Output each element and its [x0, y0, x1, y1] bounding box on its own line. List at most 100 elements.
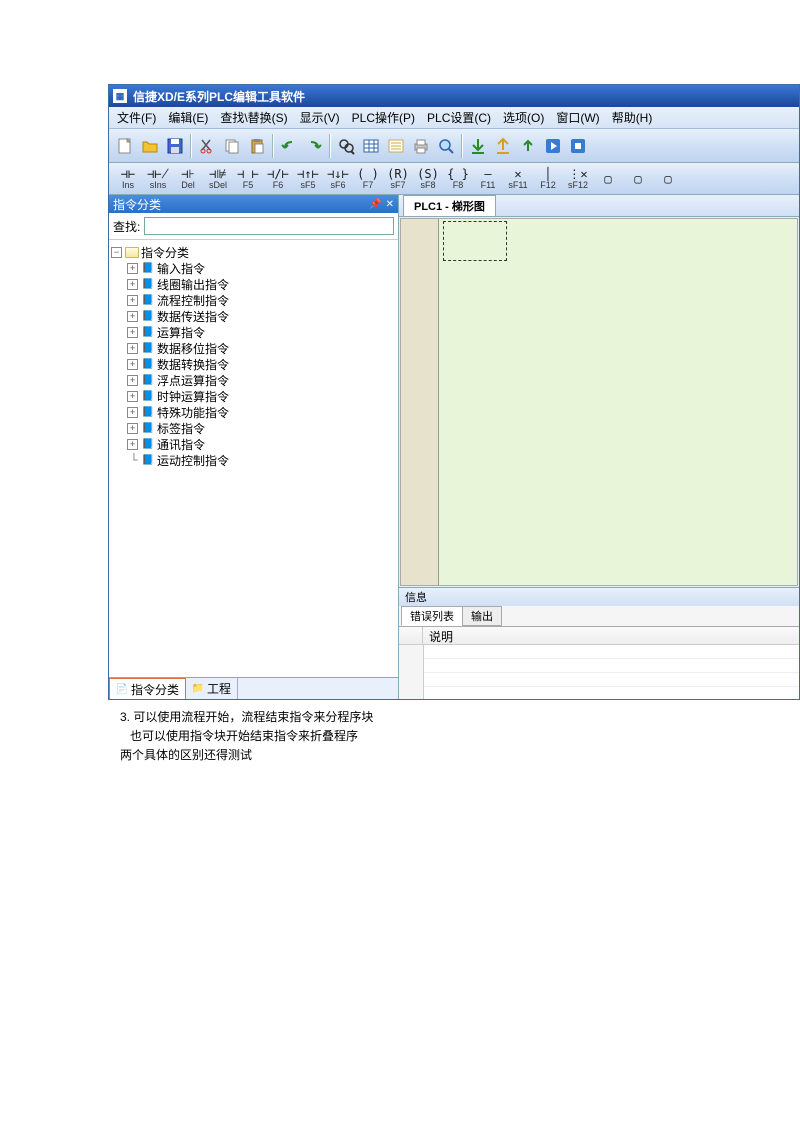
ladder-btn-idx17[interactable]: ▢ [623, 165, 653, 193]
tree-item[interactable]: +📘标签指令 [111, 420, 396, 436]
expand-icon[interactable]: + [127, 311, 138, 322]
ladder-btn-F7[interactable]: ( )F7 [353, 165, 383, 193]
ladder-key-label: sDel [209, 181, 227, 190]
annotation-line: 也可以使用指令块开始结束指令来折叠程序 [120, 727, 788, 746]
upload-button[interactable] [491, 134, 515, 158]
ladder-btn-idx16[interactable]: ▢ [593, 165, 623, 193]
ladder-btn-sF5[interactable]: ⊣↑⊢sF5 [293, 165, 323, 193]
ladder-key-label: sIns [150, 181, 167, 190]
menu-edit[interactable]: 编辑(E) [162, 107, 214, 128]
redo-button[interactable] [302, 134, 326, 158]
tree-item[interactable]: +📘运算指令 [111, 324, 396, 340]
doc-icon: 📘 [141, 406, 155, 418]
open-button[interactable] [138, 134, 162, 158]
tree-item-label: 运算指令 [157, 324, 205, 341]
tree-item[interactable]: +📘时钟运算指令 [111, 388, 396, 404]
ladder-key-label: Del [181, 181, 195, 190]
ladder-btn-F6[interactable]: ⊣/⊢F6 [263, 165, 293, 193]
ladder-btn-sF8[interactable]: (S)sF8 [413, 165, 443, 193]
tree-item[interactable]: +📘数据转换指令 [111, 356, 396, 372]
expand-icon[interactable]: + [127, 343, 138, 354]
expand-icon[interactable]: + [127, 407, 138, 418]
expand-icon[interactable]: + [127, 327, 138, 338]
ladder-btn-sIns[interactable]: ⊣⊬sIns [143, 165, 173, 193]
tree-item[interactable]: └📘运动控制指令 [111, 452, 396, 468]
menu-window[interactable]: 窗口(W) [550, 107, 605, 128]
tree-item[interactable]: +📘数据传送指令 [111, 308, 396, 324]
grid-button[interactable] [359, 134, 383, 158]
ladder-canvas[interactable] [400, 218, 798, 586]
menu-plc-operate[interactable]: PLC操作(P) [346, 107, 421, 128]
list-button[interactable] [384, 134, 408, 158]
close-icon[interactable]: ✕ [386, 199, 394, 210]
doc-tab-plc1[interactable]: PLC1 - 梯形图 [403, 195, 496, 216]
expand-icon[interactable]: + [127, 391, 138, 402]
copy-button[interactable] [220, 134, 244, 158]
menu-search[interactable]: 查找\替换(S) [214, 107, 293, 128]
tab-project[interactable]: 📁 工程 [186, 678, 238, 699]
ladder-symbol-icon: ⊣↑⊢ [297, 167, 319, 181]
annotation-line: 两个具体的区别还得测试 [120, 746, 788, 765]
pin-icon[interactable]: 📌 [369, 199, 381, 210]
print-button[interactable] [409, 134, 433, 158]
tab-error-list[interactable]: 错误列表 [401, 606, 463, 626]
doc-icon: 📘 [141, 390, 155, 402]
expand-icon[interactable]: + [127, 359, 138, 370]
run-button[interactable] [541, 134, 565, 158]
new-button[interactable] [113, 134, 137, 158]
tree-root[interactable]: − 指令分类 [111, 244, 396, 260]
doc-icon: 📘 [141, 294, 155, 306]
tab-output[interactable]: 输出 [462, 606, 502, 626]
undo-button[interactable] [277, 134, 301, 158]
tree-item-label: 数据转换指令 [157, 356, 229, 373]
cut-button[interactable] [195, 134, 219, 158]
ladder-btn-Ins[interactable]: ⊣⊢Ins [113, 165, 143, 193]
menu-view[interactable]: 显示(V) [294, 107, 346, 128]
expand-icon[interactable]: + [127, 423, 138, 434]
save-button[interactable] [163, 134, 187, 158]
tree-item[interactable]: +📘数据移位指令 [111, 340, 396, 356]
instruction-tree[interactable]: − 指令分类 +📘输入指令+📘线圈输出指令+📘流程控制指令+📘数据传送指令+📘运… [109, 240, 398, 677]
collapse-icon[interactable]: − [111, 247, 122, 258]
ladder-btn-sF7[interactable]: (R)sF7 [383, 165, 413, 193]
upload-alt-button[interactable] [516, 134, 540, 158]
ladder-btn-sF12[interactable]: ⋮✕sF12 [563, 165, 593, 193]
menu-plc-settings[interactable]: PLC设置(C) [421, 107, 497, 128]
ladder-btn-F12[interactable]: │F12 [533, 165, 563, 193]
ladder-key-label: sF5 [300, 181, 315, 190]
tree-item[interactable]: +📘特殊功能指令 [111, 404, 396, 420]
info-grid-body[interactable] [399, 645, 799, 699]
ladder-btn-sF11[interactable]: ✕sF11 [503, 165, 533, 193]
tab-instructions[interactable]: 📄 指令分类 [109, 678, 186, 699]
menu-file[interactable]: 文件(F) [111, 107, 162, 128]
expand-icon[interactable]: + [127, 375, 138, 386]
expand-icon[interactable]: + [127, 279, 138, 290]
expand-icon[interactable]: + [127, 263, 138, 274]
tree-item[interactable]: +📘流程控制指令 [111, 292, 396, 308]
tree-item[interactable]: +📘输入指令 [111, 260, 396, 276]
search-input[interactable] [144, 217, 394, 235]
stop-button[interactable] [566, 134, 590, 158]
tree-item[interactable]: +📘通讯指令 [111, 436, 396, 452]
title-bar: ▦ 信捷XD/E系列PLC编辑工具软件 [109, 85, 799, 107]
ladder-symbol-icon: ⊣⊯ [209, 167, 227, 181]
ladder-symbol-icon: (R) [387, 167, 409, 181]
tree-item-label: 数据移位指令 [157, 340, 229, 357]
ladder-btn-sDel[interactable]: ⊣⊯sDel [203, 165, 233, 193]
zoom-button[interactable] [434, 134, 458, 158]
ladder-btn-F8[interactable]: { }F8 [443, 165, 473, 193]
ladder-btn-F5[interactable]: ⊣ ⊢F5 [233, 165, 263, 193]
expand-icon[interactable]: + [127, 439, 138, 450]
tree-item[interactable]: +📘浮点运算指令 [111, 372, 396, 388]
ladder-btn-sF6[interactable]: ⊣↓⊢sF6 [323, 165, 353, 193]
paste-button[interactable] [245, 134, 269, 158]
menu-options[interactable]: 选项(O) [497, 107, 550, 128]
expand-icon[interactable]: + [127, 295, 138, 306]
download-button[interactable] [466, 134, 490, 158]
menu-help[interactable]: 帮助(H) [606, 107, 659, 128]
ladder-btn-Del[interactable]: ⊣⊦Del [173, 165, 203, 193]
tree-item[interactable]: +📘线圈输出指令 [111, 276, 396, 292]
ladder-btn-F11[interactable]: —F11 [473, 165, 503, 193]
find-button[interactable] [334, 134, 358, 158]
ladder-btn-idx18[interactable]: ▢ [653, 165, 683, 193]
